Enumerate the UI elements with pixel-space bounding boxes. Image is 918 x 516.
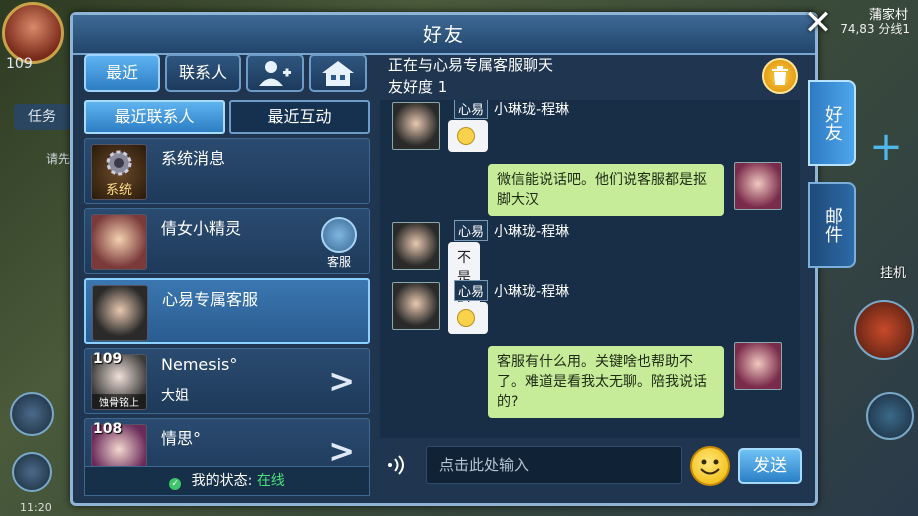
avatar-label: 系统	[105, 183, 132, 198]
sub-tabs: 最近联系人 最近互动	[84, 100, 374, 134]
avatar: 系统	[91, 144, 147, 200]
sender-name: 小琳珑-程琳	[494, 284, 570, 300]
chat-title: 正在与心易专属客服聊天	[388, 56, 554, 74]
avatar-label: 蚀骨铭上	[92, 394, 146, 409]
task-button[interactable]: 任务	[14, 104, 70, 130]
customer-service-icon	[321, 217, 357, 253]
clock: 11:20	[20, 501, 52, 514]
home-icon	[322, 61, 354, 86]
contact-name: 系统消息	[161, 149, 226, 168]
contact-subtitle: 大姐	[161, 388, 189, 404]
contact-customer-service[interactable]: 心易专属客服	[84, 278, 370, 344]
tab-home[interactable]	[309, 54, 367, 92]
skill-orb[interactable]	[866, 392, 914, 440]
message-sender: 心易 小琳珑-程琳	[454, 280, 569, 301]
chat-input-row: 发送	[380, 446, 804, 490]
avatar	[392, 222, 440, 270]
hint-text: 请先	[46, 152, 71, 166]
side-tab-mail[interactable]: 邮件	[808, 182, 856, 268]
avatar	[92, 285, 148, 341]
voice-icon[interactable]	[386, 454, 412, 480]
chat-input[interactable]	[426, 446, 682, 484]
tab-recent-contacts[interactable]: 最近联系人	[84, 100, 225, 134]
player-avatar[interactable]	[2, 2, 64, 64]
location-coords: 74,83 分线1	[840, 22, 910, 36]
panel-header: 好友	[73, 15, 815, 55]
delete-chat-button[interactable]	[762, 58, 798, 94]
camera-icon[interactable]	[10, 392, 54, 436]
sender-tag: 心易	[454, 280, 489, 301]
emoji-icon	[457, 127, 475, 145]
expand-plus-icon[interactable]: +	[866, 127, 906, 168]
tab-contacts[interactable]: 联系人	[165, 54, 241, 92]
friendship-level: 友好度 1	[388, 78, 448, 96]
tab-recent[interactable]: 最近	[84, 54, 160, 92]
side-tab-friends[interactable]: 好友	[808, 80, 856, 166]
emoji-picker-icon[interactable]	[690, 446, 730, 486]
avatar	[734, 342, 782, 390]
chat-messages[interactable]: 心易小琳珑-程琳 微信能说话吧。他们说客服都是抠脚大汉 心易小琳珑-程琳 不是的…	[380, 100, 800, 438]
close-icon[interactable]: ✕	[804, 3, 833, 43]
add-friend-icon	[259, 61, 291, 86]
contact-name: 情思°	[161, 429, 202, 448]
close-button[interactable]: ✕	[800, 6, 836, 42]
contact-name: Nemesis°	[161, 355, 238, 374]
message-bubble: 微信能说话吧。他们说客服都是抠脚大汉	[488, 164, 724, 216]
sender-name: 小琳珑-程琳	[494, 224, 570, 240]
chevron-right-icon[interactable]: >	[328, 365, 355, 397]
contact-name: 心易专属客服	[162, 290, 259, 309]
message-bubble	[448, 120, 488, 152]
trash-icon	[772, 66, 788, 85]
sender-tag: 心易	[454, 100, 489, 119]
sender-name: 小琳珑-程琳	[494, 102, 570, 118]
avatar	[91, 214, 147, 270]
contact-fairy[interactable]: 倩女小精灵 客服	[84, 208, 370, 274]
skill-orb[interactable]	[854, 300, 914, 360]
top-tabs: 最近 联系人	[84, 54, 374, 94]
player-level: 109	[6, 56, 33, 72]
contact-name: 倩女小精灵	[161, 219, 242, 238]
joystick-icon[interactable]	[12, 452, 52, 492]
badge-label: 客服	[326, 255, 351, 269]
send-button[interactable]: 发送	[738, 448, 802, 484]
message-bubble	[448, 302, 488, 334]
contact-list: 系统 系统消息 倩女小精灵 客服 心易专属客服 蚀骨铭上 109 Nemesis…	[84, 138, 374, 480]
sender-tag: 心易	[454, 220, 489, 241]
auto-battle-button[interactable]: 挂机	[880, 262, 906, 281]
contact-level: 109	[93, 351, 123, 367]
avatar	[392, 102, 440, 150]
status-bar[interactable]: ✓ 我的状态: 在线	[84, 466, 370, 496]
chevron-right-icon[interactable]: >	[328, 435, 355, 467]
status-value: 在线	[256, 473, 285, 489]
status-label: 我的状态:	[191, 473, 253, 489]
avatar	[734, 162, 782, 210]
message-sender: 心易 小琳珑-程琳	[454, 100, 569, 119]
gear-icon	[106, 150, 132, 176]
tab-add-friend[interactable]	[246, 54, 304, 92]
avatar	[392, 282, 440, 330]
chat-header: 正在与心易专属客服聊天 友好度 1	[388, 54, 553, 98]
contact-nemesis[interactable]: 蚀骨铭上 109 Nemesis° 大姐 >	[84, 348, 370, 414]
contact-level: 108	[93, 421, 123, 437]
panel-title: 好友	[422, 24, 465, 46]
tab-recent-interactions[interactable]: 最近互动	[229, 100, 370, 134]
message-sender: 心易 小琳珑-程琳	[454, 220, 569, 241]
customer-service-badge[interactable]: 客服	[317, 217, 361, 269]
message-bubble: 客服有什么用。关键啥也帮助不了。难道是看我太无聊。陪我说话的?	[488, 346, 724, 418]
check-icon: ✓	[169, 478, 182, 490]
contact-system[interactable]: 系统 系统消息	[84, 138, 370, 204]
left-column: 最近 联系人 最近联系人 最近互动 系统 系统消息 倩女小精灵 客服 心易专属客…	[84, 54, 374, 498]
emoji-icon	[457, 309, 475, 327]
